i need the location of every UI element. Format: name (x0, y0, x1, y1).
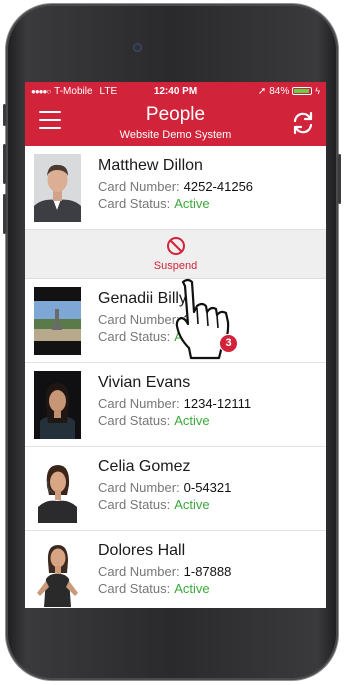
card-number-label: Card Number: (98, 312, 180, 327)
page-title: People (145, 104, 206, 125)
list-item[interactable]: Matthew Dillon Card Number: 4252-41256 Ca… (25, 146, 326, 230)
card-status-value: Active (174, 497, 210, 512)
card-status-label: Card Status: (98, 329, 171, 344)
card-number-label: Card Number: (98, 564, 180, 579)
page-subtitle: Website Demo System (119, 129, 232, 141)
app-header: People Website Demo System (25, 100, 326, 146)
battery-icon (292, 87, 313, 95)
card-status-value: Active (174, 196, 210, 211)
app-screen: ●●●●○ T-Mobile LTE 12:40 PM ➚ 84% ϟ Peop… (25, 82, 326, 608)
card-number-value: 0-54321 (183, 480, 232, 495)
card-status-value: Active (174, 413, 210, 428)
person-name: Vivian Evans (98, 374, 191, 391)
card-number-value: 1-87888 (183, 564, 232, 579)
avatar (34, 371, 81, 439)
avatar (34, 287, 81, 355)
people-list: Matthew Dillon Card Number: 4252-41256 Ca… (25, 146, 326, 608)
power-button (338, 154, 341, 204)
suspend-action-bar[interactable]: Suspend (25, 230, 326, 279)
person-name: Dolores Hall (98, 542, 186, 559)
refresh-icon[interactable] (290, 110, 316, 136)
step-badge: 3 (219, 334, 238, 353)
card-number-label: Card Number: (98, 480, 180, 495)
avatar (34, 154, 81, 222)
card-number-value: 4252-41256 (183, 179, 254, 194)
clock: 12:40 PM (153, 85, 198, 97)
avatar (34, 455, 81, 523)
card-status-label: Card Status: (98, 497, 171, 512)
person-name: Celia Gomez (98, 458, 191, 475)
card-status-label: Card Status: (98, 196, 171, 211)
card-number-value: 1234-12111 (183, 396, 252, 411)
card-status-value: Active (174, 581, 210, 596)
mute-switch (3, 104, 6, 126)
front-camera (133, 43, 142, 52)
list-item[interactable]: Celia Gomez Card Number: 0-54321 Card Sta… (25, 447, 326, 531)
status-bar: ●●●●○ T-Mobile LTE 12:40 PM ➚ 84% ϟ (25, 82, 326, 100)
suspend-button[interactable]: Suspend (25, 260, 326, 272)
prohibited-icon (167, 237, 185, 255)
list-item[interactable]: Dolores Hall Card Number: 1-87888 Card St… (25, 531, 326, 608)
card-status-label: Card Status: (98, 581, 171, 596)
person-name: Matthew Dillon (98, 157, 203, 174)
card-status-label: Card Status: (98, 413, 171, 428)
volume-up-button (3, 144, 6, 184)
volume-down-button (3, 194, 6, 234)
list-item[interactable]: Vivian Evans Card Number: 1234-12111 Card… (25, 363, 326, 447)
card-number-label: Card Number: (98, 179, 180, 194)
card-number-label: Card Number: (98, 396, 180, 411)
hand-pointer-icon (175, 278, 230, 360)
avatar (34, 539, 81, 607)
